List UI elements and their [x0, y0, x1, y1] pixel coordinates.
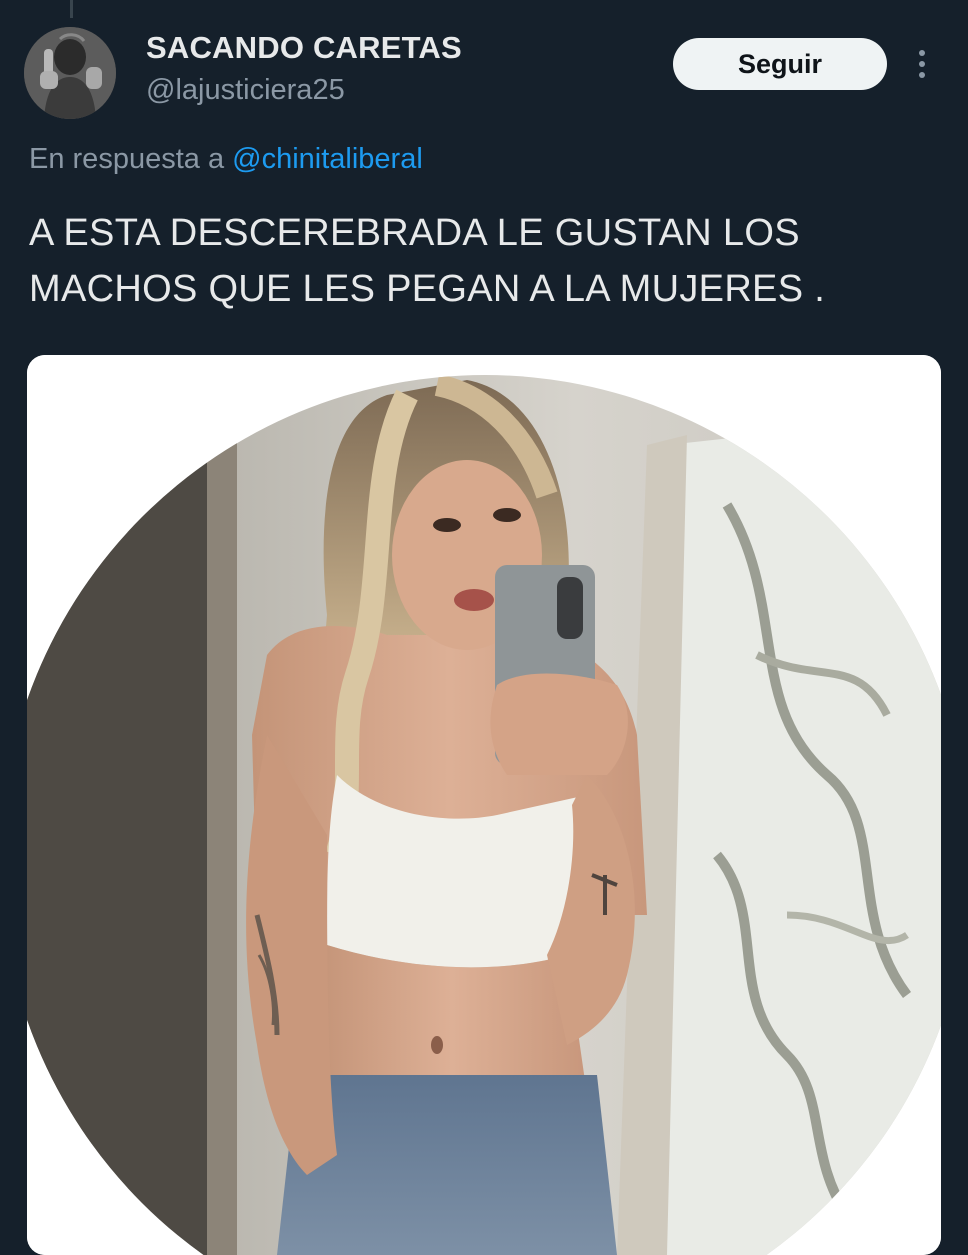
follow-button[interactable]: Seguir [673, 38, 887, 90]
avatar[interactable] [24, 27, 116, 119]
tweet-header: SACANDO CARETAS @lajusticiera25 Seguir [0, 0, 968, 130]
reply-context: En respuesta a @chinitaliberal [29, 143, 423, 176]
avatar-image [24, 27, 116, 119]
more-vertical-icon [919, 50, 925, 78]
reply-mention-link[interactable]: @chinitaliberal [232, 143, 423, 175]
more-options-button[interactable] [904, 44, 940, 84]
tweet-media[interactable] [27, 355, 941, 1255]
tweet-text: A ESTA DESCEREBRADA LE GUSTAN LOS MACHOS… [29, 212, 826, 310]
user-handle[interactable]: @lajusticiera25 [146, 74, 345, 107]
media-photo [27, 355, 941, 1255]
reply-prefix: En respuesta a [29, 143, 225, 175]
display-name[interactable]: SACANDO CARETAS [146, 30, 462, 66]
